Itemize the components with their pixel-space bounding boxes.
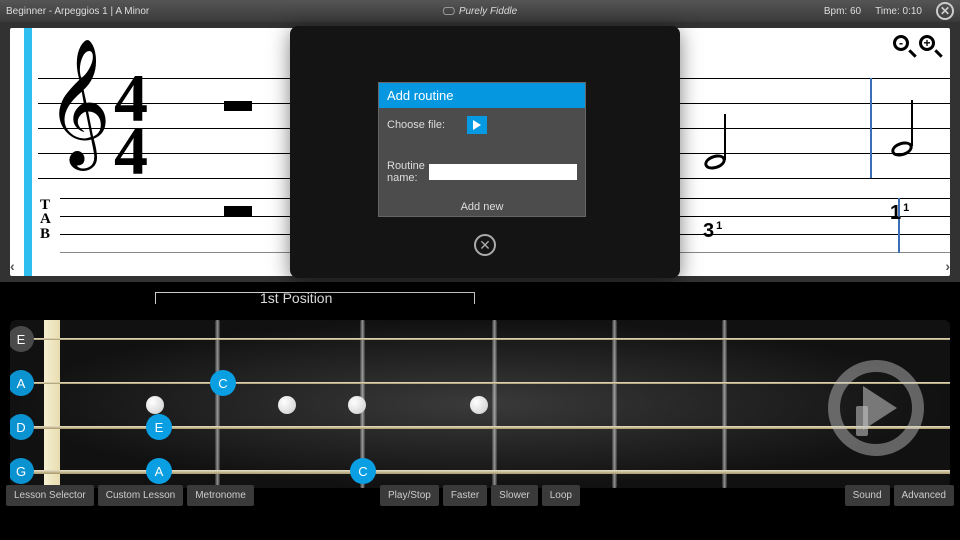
open-string-d: D bbox=[10, 414, 34, 440]
close-button[interactable]: ✕ bbox=[936, 2, 954, 20]
sound-button[interactable]: Sound bbox=[845, 485, 890, 506]
tab-rest-icon bbox=[224, 206, 252, 216]
time-label: Time: 0:10 bbox=[875, 6, 922, 17]
faster-button[interactable]: Faster bbox=[443, 485, 487, 506]
advanced-button[interactable]: Advanced bbox=[894, 485, 954, 506]
zoom-out-button[interactable]: - bbox=[892, 34, 916, 58]
lesson-selector-button[interactable]: Lesson Selector bbox=[6, 485, 94, 506]
rest-icon bbox=[224, 101, 252, 111]
zoom-in-button[interactable]: + bbox=[918, 34, 942, 58]
modal-title: Add routine bbox=[379, 83, 585, 108]
prev-page-button[interactable]: ‹ bbox=[10, 258, 15, 274]
choose-file-label: Choose file: bbox=[387, 119, 467, 131]
position-label: 1st Position bbox=[260, 290, 332, 306]
next-page-button[interactable]: › bbox=[945, 258, 950, 274]
metronome-button[interactable]: Metronome bbox=[187, 485, 254, 506]
tab-number: 11 bbox=[890, 202, 909, 225]
loop-button[interactable]: Loop bbox=[542, 485, 580, 506]
fret-note: C bbox=[210, 370, 236, 396]
tab-number: 31 bbox=[703, 220, 722, 243]
lesson-title: Beginner - Arpeggios 1 | A Minor bbox=[6, 6, 149, 17]
slower-button[interactable]: Slower bbox=[491, 485, 538, 506]
add-new-button[interactable]: Add new bbox=[379, 198, 585, 216]
fret-note: E bbox=[146, 414, 172, 440]
zoom-controls: - + bbox=[892, 34, 942, 58]
routine-name-label: Routine name: bbox=[387, 160, 429, 184]
choose-file-button[interactable] bbox=[467, 116, 487, 134]
fretboard-panel: 1st Position E A D G C E A C Lesson Sele… bbox=[0, 282, 960, 510]
custom-lesson-button[interactable]: Custom Lesson bbox=[98, 485, 183, 506]
routine-name-input[interactable] bbox=[429, 164, 577, 180]
play-stop-button[interactable]: Play/Stop bbox=[380, 485, 439, 506]
bpm-label: Bpm: 60 bbox=[824, 6, 861, 17]
bottombar: Lesson Selector Custom Lesson Metronome … bbox=[0, 480, 960, 510]
nut bbox=[44, 320, 60, 488]
fretboard: E A D G C E A C bbox=[10, 320, 950, 488]
add-routine-modal: Add routine Choose file: Routine name: A… bbox=[290, 26, 680, 278]
modal-close-button[interactable]: ✕ bbox=[474, 234, 496, 256]
treble-clef-icon: 𝄞 bbox=[46, 64, 111, 141]
time-signature: 4 4 bbox=[114, 72, 148, 178]
brand-logo: Purely Fiddle bbox=[443, 6, 517, 17]
big-play-button[interactable] bbox=[828, 360, 924, 456]
open-string-e: E bbox=[10, 326, 34, 352]
open-string-a: A bbox=[10, 370, 34, 396]
playhead-marker bbox=[24, 28, 32, 276]
topbar: Beginner - Arpeggios 1 | A Minor Purely … bbox=[0, 0, 960, 22]
